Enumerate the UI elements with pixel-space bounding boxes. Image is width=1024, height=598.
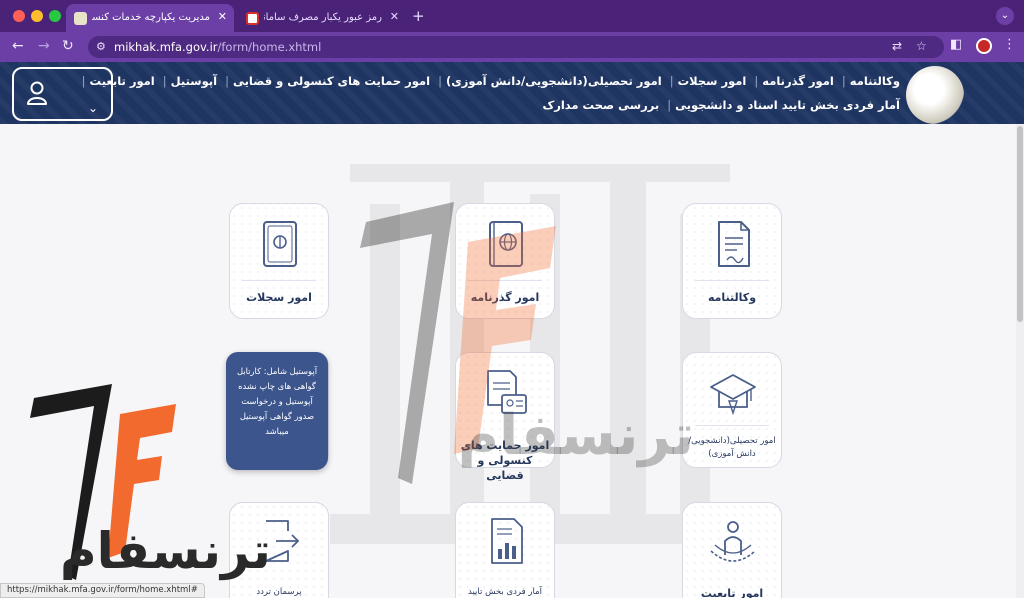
citizen-globe-icon bbox=[710, 521, 756, 562]
side-panel-icon[interactable]: ◧ bbox=[950, 37, 962, 52]
forward-arrow-icon[interactable]: → bbox=[38, 38, 50, 54]
new-tab-button[interactable]: + bbox=[412, 7, 425, 25]
browser-tab-bar: مدیریت یکپارچه خدمات کنسولی ✕ رمز عبور ی… bbox=[0, 0, 1024, 32]
card-label: وکالتنامه bbox=[707, 291, 757, 304]
flower-favicon-icon bbox=[74, 12, 87, 25]
profile-avatar[interactable] bbox=[976, 38, 992, 54]
nav-vekalatname[interactable]: وکالتنامه bbox=[846, 74, 904, 88]
site-info-icon[interactable]: ⚙ bbox=[96, 40, 106, 53]
card-tahsili[interactable]: امور تحصیلی(دانشجویی/دانش آموزی) bbox=[682, 352, 782, 468]
transfam-watermark-text-large: ترنسفام bbox=[458, 403, 695, 468]
card-divider bbox=[695, 425, 769, 426]
nav-hemayat[interactable]: امور حمایت های کنسولی و قضایی bbox=[229, 74, 434, 88]
page-scrollbar-thumb[interactable] bbox=[1017, 126, 1023, 322]
close-window-button[interactable] bbox=[13, 10, 25, 22]
card-label: آمار فردی بخش تایید bbox=[468, 587, 542, 597]
card-label: امور تابعیت bbox=[700, 587, 764, 598]
card-divider bbox=[242, 280, 316, 281]
card-label: پرسمان تردد bbox=[256, 587, 302, 597]
omnibox[interactable]: ⚙ mikhak.mfa.gov.ir/form/home.xhtml ⇄ ☆ bbox=[88, 36, 944, 58]
apostille-tooltip: آپوستیل شامل: کارتابل گواهی های چاپ نشده… bbox=[226, 352, 328, 470]
reload-icon[interactable]: ↻ bbox=[62, 38, 74, 54]
maximize-window-button[interactable] bbox=[49, 10, 61, 22]
more-menu-icon[interactable]: ⋮ bbox=[1003, 37, 1016, 52]
tab-title: رمز عبور یکبار مصرف سامانه مدیر... bbox=[264, 12, 382, 23]
nav-apostille[interactable]: آپوستیل bbox=[167, 74, 221, 88]
tab-title: مدیریت یکپارچه خدمات کنسولی bbox=[92, 12, 210, 23]
nav-tahsili[interactable]: امور تحصیلی(دانشجویی/دانش آموزی) bbox=[442, 74, 666, 88]
nav-gozarname[interactable]: امور گذرنامه bbox=[758, 74, 838, 88]
card-label: امور تحصیلی(دانشجویی/دانش آموزی) bbox=[688, 436, 776, 459]
status-bar-url: https://mikhak.mfa.gov.ir/form/home.xhtm… bbox=[0, 583, 205, 598]
chevron-down-icon: ⌄ bbox=[88, 101, 99, 115]
nav-tabeiat[interactable]: امور تابعیت bbox=[86, 74, 159, 88]
translate-icon[interactable]: ⇄ bbox=[892, 39, 902, 53]
nav-amar-fardi[interactable]: آمار فردی بخش تایید اسناد و دانشجویی bbox=[671, 98, 904, 112]
address-toolbar: ← → ↻ ⚙ mikhak.mfa.gov.ir/form/home.xhtm… bbox=[0, 32, 1024, 62]
nav-sejelat[interactable]: امور سجلات bbox=[674, 74, 751, 88]
user-icon bbox=[27, 81, 47, 105]
card-tabeiat[interactable]: امور تابعیت bbox=[682, 502, 782, 598]
power-of-attorney-document-icon bbox=[718, 221, 750, 267]
site-header: ⌄ bbox=[0, 62, 1024, 124]
card-sejelat[interactable]: امور سجلات bbox=[229, 203, 329, 319]
url-text: mikhak.mfa.gov.ir/form/home.xhtml bbox=[114, 40, 322, 54]
bookmark-star-icon[interactable]: ☆ bbox=[916, 39, 927, 53]
card-label: امور سجلات bbox=[246, 291, 312, 304]
card-vekalatname[interactable]: وکالتنامه bbox=[682, 203, 782, 319]
main-nav-row-2: آمار فردی بخش تایید اسناد و دانشجویی| بر… bbox=[538, 98, 904, 112]
gmail-icon bbox=[246, 12, 259, 25]
graduation-cap-icon bbox=[710, 374, 756, 416]
tab-close-icon[interactable]: ✕ bbox=[390, 10, 399, 23]
main-nav-row-1: وکالتنامه| امور گذرنامه| امور سجلات| امو… bbox=[82, 74, 904, 88]
carnation-logo bbox=[906, 66, 964, 124]
tab-gmail[interactable]: رمز عبور یکبار مصرف سامانه مدیر... ✕ bbox=[238, 4, 406, 32]
nav-barresi-sehat[interactable]: بررسی صحت مدارک bbox=[538, 98, 663, 112]
transfam-watermark-text-small: ترنسفام bbox=[60, 522, 271, 580]
tab-mikhak[interactable]: مدیریت یکپارچه خدمات کنسولی ✕ bbox=[66, 4, 234, 32]
minimize-window-button[interactable] bbox=[31, 10, 43, 22]
report-chart-icon bbox=[491, 518, 523, 564]
tab-search-button[interactable]: ⌄ bbox=[996, 7, 1014, 25]
tab-close-icon[interactable]: ✕ bbox=[218, 10, 227, 23]
back-arrow-icon[interactable]: ← bbox=[12, 38, 24, 54]
card-divider bbox=[695, 280, 769, 281]
card-amar[interactable]: آمار فردی بخش تایید bbox=[455, 502, 555, 598]
id-booklet-icon bbox=[263, 221, 297, 267]
